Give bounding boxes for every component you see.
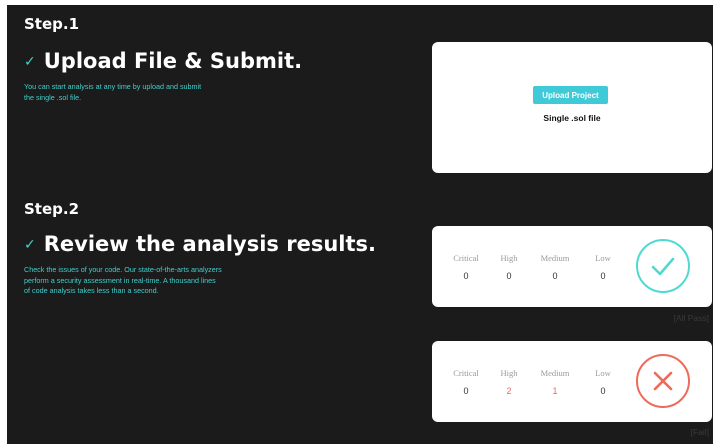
severity-label: Medium (540, 368, 570, 378)
step1-heading: Step.1 (24, 15, 80, 33)
severity-count: 0 (600, 386, 606, 396)
upload-project-button[interactable]: Upload Project (533, 86, 608, 104)
severity-label: Critical (453, 368, 479, 378)
checkmark-icon: ✓ (24, 54, 36, 70)
upload-card: Upload Project Single .sol file (432, 42, 712, 173)
severity-high: High 2 (489, 368, 529, 396)
severity-low: Low 0 (583, 253, 623, 281)
severity-medium: Medium 0 (535, 253, 575, 281)
step1-description: You can start analysis at any time by up… (24, 82, 201, 103)
severity-count: 0 (506, 271, 512, 281)
step2-desc-line: perform a security assessment in real-ti… (24, 275, 216, 285)
severity-count: 1 (552, 386, 558, 396)
checkmark-icon: ✓ (24, 237, 36, 253)
severity-label: High (500, 253, 518, 263)
check-circle-icon (636, 239, 690, 293)
severity-critical: Critical 0 (446, 253, 486, 281)
severity-label: Medium (540, 253, 570, 263)
severity-label: Low (595, 253, 611, 263)
severity-label: Critical (453, 253, 479, 263)
severity-label: Low (595, 368, 611, 378)
step2-title-text: Review the analysis results. (43, 232, 376, 256)
severity-low: Low 0 (583, 368, 623, 396)
severity-label: High (500, 368, 518, 378)
step1-title-text: Upload File & Submit. (43, 49, 303, 73)
fail-caption: [Fail] (690, 427, 709, 437)
step1-title: ✓ Upload File & Submit. (24, 49, 302, 73)
step2-description: Check the issues of your code. Our state… (24, 265, 222, 297)
step1-desc-line: You can start analysis at any time by up… (24, 82, 202, 91)
severity-count: 2 (506, 386, 512, 396)
severity-high: High 0 (489, 253, 529, 281)
severity-count: 0 (552, 271, 558, 281)
step1-desc-line: the single .sol file. (24, 92, 82, 102)
pass-caption: [All Pass] (673, 313, 709, 323)
severity-count: 0 (600, 271, 606, 281)
page-background: Step.1 ✓ Upload File & Submit. You can st… (7, 5, 713, 444)
step2-heading: Step.2 (24, 200, 80, 218)
severity-critical: Critical 0 (446, 368, 486, 396)
severity-count: 0 (463, 386, 469, 396)
severity-count: 0 (463, 271, 469, 281)
file-type-hint: Single .sol file (543, 113, 601, 123)
step2-desc-line: of code analysis takes less than a secon… (24, 286, 159, 295)
step2-desc-line: Check the issues of your code. Our state… (24, 265, 222, 274)
x-circle-icon (636, 354, 690, 408)
result-card-fail: Critical 0 High 2 Medium 1 Low 0 (432, 341, 712, 422)
step2-title: ✓ Review the analysis results. (24, 232, 376, 256)
result-card-pass: Critical 0 High 0 Medium 0 Low 0 (432, 226, 712, 307)
severity-medium: Medium 1 (535, 368, 575, 396)
